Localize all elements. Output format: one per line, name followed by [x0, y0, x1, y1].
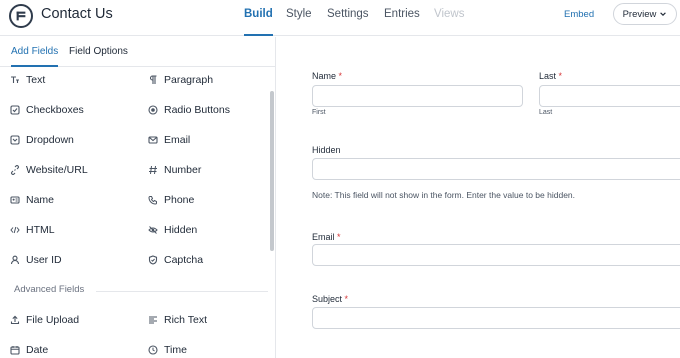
subject-input[interactable] [312, 307, 680, 329]
text-icon [11, 76, 19, 83]
advanced-fields-heading: Advanced Fields [14, 284, 85, 295]
field-rich-text[interactable]: Rich Text [148, 309, 207, 331]
fields-sidebar: Add Fields Field Options Text Paragraph … [0, 37, 276, 358]
field-number[interactable]: Number [148, 159, 201, 181]
field-dropdown[interactable]: Dropdown [10, 129, 74, 151]
field-label: Radio Buttons [164, 104, 230, 116]
form-builder-app: Contact Us Build Style Settings Entries … [0, 0, 680, 358]
field-phone[interactable]: Phone [148, 189, 194, 211]
field-label: Name [26, 194, 55, 206]
name-field-label: Name * [312, 71, 343, 81]
preview-button[interactable]: Preview [613, 3, 677, 25]
sidebar-scrollbar[interactable] [270, 91, 274, 251]
field-time[interactable]: Time [148, 339, 187, 358]
first-name-input[interactable] [312, 85, 523, 107]
link-icon [11, 165, 19, 175]
form-title: Contact Us [41, 6, 113, 22]
hidden-value-input[interactable] [312, 158, 680, 180]
field-user-id[interactable]: User ID [10, 249, 62, 271]
field-label: Checkboxes [26, 104, 84, 116]
clock-icon [148, 345, 158, 355]
field-label: Number [164, 164, 202, 176]
subject-field-label: Subject * [312, 294, 349, 304]
tab-build[interactable]: Build [244, 8, 273, 36]
field-email[interactable]: Email [148, 129, 190, 151]
embed-link[interactable]: Embed [564, 9, 594, 20]
hidden-field-label: Hidden [312, 145, 341, 155]
code-icon [10, 226, 20, 234]
hash-icon [149, 165, 157, 175]
field-label: Hidden [164, 224, 198, 236]
section-divider [96, 291, 268, 292]
dropdown-icon [10, 135, 20, 145]
field-text[interactable]: Text [10, 69, 45, 91]
chevron-down-icon [660, 12, 667, 16]
field-label: Rich Text [164, 314, 207, 326]
radio-icon [148, 105, 158, 115]
field-checkboxes[interactable]: Checkboxes [10, 99, 84, 121]
shield-icon [148, 255, 158, 265]
calendar-icon [10, 346, 20, 355]
field-label: HTML [26, 224, 55, 236]
id-card-icon [10, 196, 20, 204]
field-label: Dropdown [26, 134, 74, 146]
form-canvas: Name * First Last * Last Hidden Note: Th… [277, 37, 680, 358]
field-label: Paragraph [164, 74, 214, 86]
tab-add-fields[interactable]: Add Fields [11, 46, 59, 67]
envelope-icon [148, 136, 158, 144]
field-html[interactable]: HTML [10, 219, 55, 241]
field-label: User ID [26, 254, 62, 266]
phone-icon [148, 196, 157, 205]
hidden-field-note: Note: This field will not show in the fo… [312, 190, 576, 200]
field-label: Website/URL [26, 164, 88, 176]
field-label: Text [26, 74, 46, 86]
field-name[interactable]: Name [10, 189, 54, 211]
field-label: Phone [164, 194, 195, 206]
user-icon [10, 255, 20, 265]
field-label: Captcha [164, 254, 204, 266]
checkbox-icon [10, 105, 20, 115]
tab-style[interactable]: Style [286, 8, 312, 36]
upload-icon [10, 315, 20, 325]
field-paragraph[interactable]: Paragraph [148, 69, 213, 91]
email-input[interactable] [312, 244, 680, 266]
eye-slash-icon [148, 226, 158, 234]
sidebar-tabs: Add Fields Field Options [0, 37, 275, 67]
tab-field-options[interactable]: Field Options [69, 46, 128, 67]
paragraph-icon [149, 75, 157, 84]
email-field-label: Email * [312, 232, 341, 242]
tab-views[interactable]: Views [434, 8, 464, 36]
last-name-field-label: Last * [539, 71, 563, 81]
field-label: Time [164, 344, 187, 356]
last-name-input[interactable] [539, 85, 680, 107]
first-sublabel: First [312, 109, 326, 116]
field-captcha[interactable]: Captcha [148, 249, 203, 271]
rich-text-icon [149, 316, 157, 324]
tab-settings[interactable]: Settings [327, 8, 369, 36]
field-label: Date [26, 344, 49, 356]
field-file-upload[interactable]: File Upload [10, 309, 79, 331]
field-radio-buttons[interactable]: Radio Buttons [148, 99, 230, 121]
field-date[interactable]: Date [10, 339, 48, 358]
field-website-url[interactable]: Website/URL [10, 159, 88, 181]
field-hidden[interactable]: Hidden [148, 219, 197, 241]
tab-entries[interactable]: Entries [384, 8, 420, 36]
top-bar: Contact Us Build Style Settings Entries … [0, 0, 680, 36]
last-sublabel: Last [539, 109, 553, 116]
field-label: File Upload [26, 314, 80, 326]
formidable-logo-icon[interactable] [9, 4, 33, 28]
field-label: Email [164, 134, 191, 146]
preview-button-label: Preview [622, 8, 657, 20]
